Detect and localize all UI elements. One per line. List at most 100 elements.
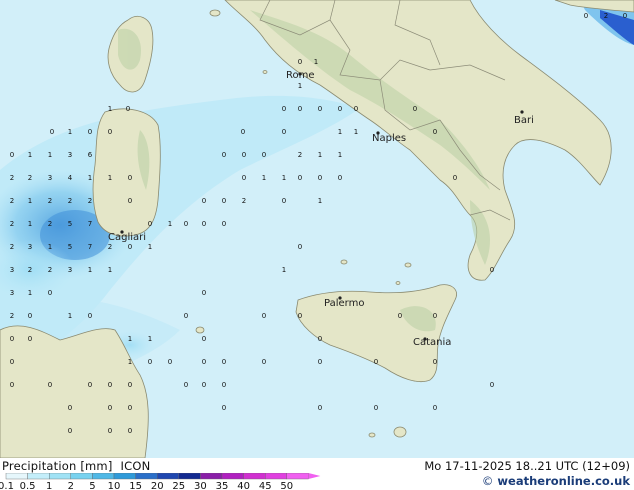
legend-swatch xyxy=(92,473,115,480)
legend-swatch xyxy=(265,473,288,480)
precip-value: 1 xyxy=(128,335,132,343)
precip-legend: 0.1 0.5 1 2 5 10 15 20 25 30 35 40 45 50 xyxy=(0,473,321,490)
city-palermo: Palermo xyxy=(324,296,364,309)
precip-value: 0 xyxy=(374,404,378,412)
precip-value: 0 xyxy=(184,312,188,320)
precip-value: 1 xyxy=(108,174,112,182)
legend-label: 2 xyxy=(68,481,74,490)
precip-value: 0 xyxy=(128,427,132,435)
precip-value: 0 xyxy=(128,197,132,205)
precip-value: 0 xyxy=(48,289,52,297)
precip-value: 0 xyxy=(184,220,188,228)
precip-value: 0 xyxy=(108,427,112,435)
precip-value: 0 xyxy=(184,381,188,389)
precip-value: 0 xyxy=(88,312,92,320)
precip-value: 2 xyxy=(10,312,14,320)
title-text: Precipitation [mm] xyxy=(2,459,113,473)
city-naples: Naples xyxy=(372,131,406,144)
precip-value: 0 xyxy=(298,243,302,251)
precip-value: 2 xyxy=(10,243,14,251)
precip-value: 0 xyxy=(453,174,457,182)
precip-value: 2 xyxy=(242,197,246,205)
precip-value: 0 xyxy=(128,381,132,389)
precip-value: 0 xyxy=(128,174,132,182)
precip-value: 0 xyxy=(298,105,302,113)
legend-swatch xyxy=(243,473,266,480)
precip-value: 1 xyxy=(262,174,266,182)
precip-value: 0 xyxy=(242,151,246,159)
precip-value: 0 xyxy=(241,128,245,136)
precip-value: 0 xyxy=(202,289,206,297)
precip-value: 3 xyxy=(28,243,32,251)
precip-value: 2 xyxy=(48,266,52,274)
precip-value: 0 xyxy=(282,197,286,205)
precip-value: 0 xyxy=(68,427,72,435)
precip-value: 0 xyxy=(338,174,342,182)
precip-value: 0 xyxy=(108,381,112,389)
run-time: Mo 17-11-2025 18..21 UTC (12+09) xyxy=(424,459,630,473)
precip-value: 0 xyxy=(262,358,266,366)
precip-value: 1 xyxy=(148,243,152,251)
precip-value: 2 xyxy=(298,151,302,159)
legend-label: 0.5 xyxy=(20,481,36,490)
legend-label: 0.1 xyxy=(0,481,14,490)
precip-value: 3 xyxy=(48,174,52,182)
precip-value: 0 xyxy=(10,335,14,343)
precip-value: 0 xyxy=(50,128,54,136)
legend-label: 25 xyxy=(172,481,185,490)
precip-value: 0 xyxy=(222,197,226,205)
precip-value: 0 xyxy=(108,404,112,412)
precip-value: 0 xyxy=(490,266,494,274)
precip-value: 0 xyxy=(374,358,378,366)
precip-value: 4 xyxy=(68,174,73,182)
precip-value: 1 xyxy=(282,174,286,182)
legend-label: 20 xyxy=(151,481,164,490)
precip-value: 0 xyxy=(28,335,32,343)
precip-value: 0 xyxy=(168,358,172,366)
precip-value: 0 xyxy=(202,335,206,343)
precip-value: 2 xyxy=(108,243,112,251)
precip-value: 0 xyxy=(433,404,437,412)
legend-arrow xyxy=(308,473,321,479)
legend-swatch xyxy=(135,473,158,480)
precip-value: 0 xyxy=(298,174,302,182)
precip-value: 0 xyxy=(88,128,92,136)
precip-value: 0 xyxy=(128,243,132,251)
precip-value: 0 xyxy=(318,358,322,366)
precip-value: 2 xyxy=(28,174,32,182)
precip-value: 1 xyxy=(88,266,92,274)
precip-value: 0 xyxy=(222,404,226,412)
legend-label: 30 xyxy=(194,481,207,490)
model-name: ICON xyxy=(120,459,151,473)
precip-value: 0 xyxy=(433,312,437,320)
precip-value: 0 xyxy=(222,358,226,366)
legend-label: 40 xyxy=(237,481,250,490)
precipitation-map[interactable]: 0 1 1 1 0 0 0 0 0 0 0 0 1 0 0 0 0 1 1 0 0 1 1 3 6 0 0 0 2 1 1 2 2 3 4 1 1 0 0 1… xyxy=(0,0,634,458)
precip-value: 0 xyxy=(298,58,302,66)
precip-value: 0 xyxy=(398,312,402,320)
legend-swatch xyxy=(156,473,179,480)
legend-label: 35 xyxy=(216,481,229,490)
precip-value: 1 xyxy=(68,128,72,136)
legend-swatch xyxy=(27,473,50,480)
precip-value: 0 xyxy=(28,312,32,320)
legend-swatch xyxy=(286,473,309,480)
legend-swatch xyxy=(221,473,244,480)
legend-swatch xyxy=(49,473,72,480)
precip-value: 0 xyxy=(490,381,494,389)
precip-value: 7 xyxy=(88,243,92,251)
precip-value: 1 xyxy=(314,58,318,66)
city-cagliari: Cagliari xyxy=(108,230,146,243)
precip-value: 1 xyxy=(28,151,32,159)
precip-value: 0 xyxy=(242,174,246,182)
precip-value: 0 xyxy=(128,404,132,412)
precip-value: 0 xyxy=(318,105,322,113)
precip-value: 0 xyxy=(354,105,358,113)
precip-value: 0 xyxy=(262,312,266,320)
precip-value: 0 xyxy=(10,381,14,389)
precip-value: 1 xyxy=(108,266,112,274)
site-credit[interactable]: © weatheronline.co.uk xyxy=(482,474,630,488)
precip-value: 0 xyxy=(262,151,266,159)
precip-value: 0 xyxy=(222,151,226,159)
city-label: Rome xyxy=(286,70,315,81)
